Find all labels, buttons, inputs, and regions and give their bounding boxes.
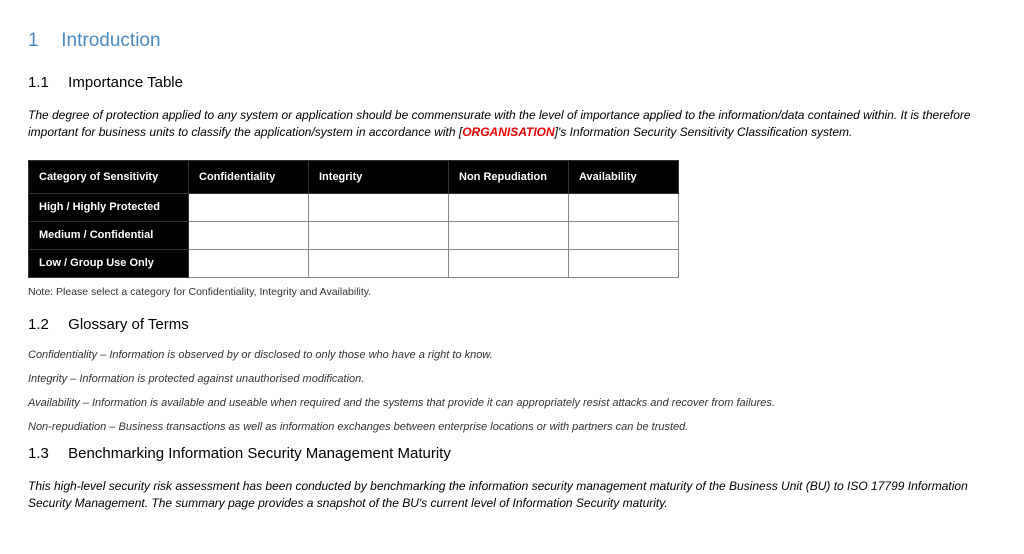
subsection-number: 1.2 (28, 316, 64, 333)
table-header-nonrepudiation: Non Repudiation (449, 160, 569, 193)
subsection-heading-importance-table: 1.1 Importance Table (28, 74, 996, 91)
table-cell (449, 249, 569, 277)
table-header-confidentiality: Confidentiality (189, 160, 309, 193)
subsection-number: 1.3 (28, 445, 64, 462)
subsection-heading-benchmarking: 1.3 Benchmarking Information Security Ma… (28, 445, 996, 462)
section-number: 1 (28, 30, 56, 52)
table-cell (569, 249, 679, 277)
glossary-availability: Availability – Information is available … (28, 397, 996, 409)
row-label-high: High / Highly Protected (29, 193, 189, 221)
importance-table: Category of Sensitivity Confidentiality … (28, 160, 679, 278)
table-cell (189, 193, 309, 221)
table-cell (449, 193, 569, 221)
table-cell (189, 221, 309, 249)
table-row: Medium / Confidential (29, 221, 679, 249)
subsection-title: Glossary of Terms (68, 316, 189, 333)
subsection-number: 1.1 (28, 74, 64, 91)
table-cell (309, 193, 449, 221)
subsection-title: Importance Table (68, 74, 183, 91)
subsection-heading-glossary: 1.2 Glossary of Terms (28, 316, 996, 333)
glossary-confidentiality: Confidentiality – Information is observe… (28, 349, 996, 361)
organisation-placeholder: ORGANISATION (462, 125, 554, 139)
glossary-nonrepudiation: Non-repudiation – Business transactions … (28, 421, 996, 433)
row-label-low: Low / Group Use Only (29, 249, 189, 277)
table-cell (309, 221, 449, 249)
table-cell (309, 249, 449, 277)
table-header-category: Category of Sensitivity (29, 160, 189, 193)
section-title: Introduction (61, 30, 160, 51)
table-row: Low / Group Use Only (29, 249, 679, 277)
table-cell (569, 193, 679, 221)
table-cell (449, 221, 569, 249)
benchmarking-paragraph: This high-level security risk assessment… (28, 478, 996, 513)
table-cell (189, 249, 309, 277)
section-heading-introduction: 1 Introduction (28, 30, 996, 52)
table-header-availability: Availability (569, 160, 679, 193)
table-header-row: Category of Sensitivity Confidentiality … (29, 160, 679, 193)
table-cell (569, 221, 679, 249)
importance-note: Note: Please select a category for Confi… (28, 286, 996, 298)
intro-text-post: ]'s Information Security Sensitivity Cla… (555, 125, 853, 139)
row-label-medium: Medium / Confidential (29, 221, 189, 249)
glossary-integrity: Integrity – Information is protected aga… (28, 373, 996, 385)
subsection-title: Benchmarking Information Security Manage… (68, 445, 451, 462)
importance-intro-paragraph: The degree of protection applied to any … (28, 107, 996, 142)
table-header-integrity: Integrity (309, 160, 449, 193)
table-row: High / Highly Protected (29, 193, 679, 221)
